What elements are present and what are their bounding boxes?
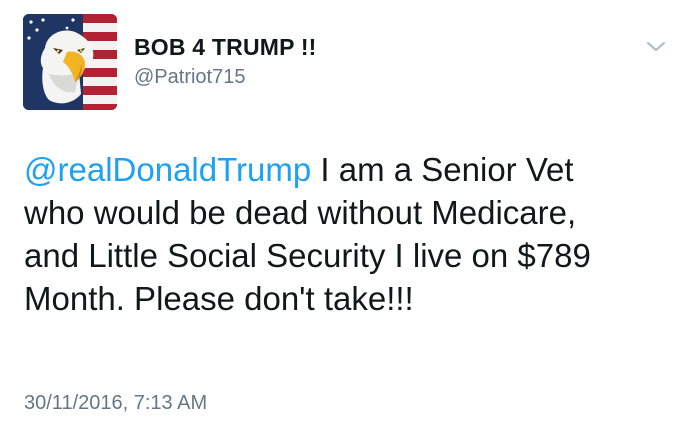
avatar[interactable]	[23, 14, 117, 110]
tweet-text: @realDonaldTrump I am a Senior Vet who w…	[24, 148, 674, 320]
eagle-flag-image	[23, 14, 117, 110]
tweet-text-line-4: Month. Please don't take!!!	[24, 280, 414, 317]
tweet-text-line-1-rest: I am a Senior Vet	[311, 151, 574, 188]
tweet-card: BOB 4 TRUMP !! @Patriot715 @realDonaldTr…	[0, 0, 690, 440]
tweet-text-line-3: and Little Social Security I live on $78…	[24, 237, 591, 274]
tweet-text-line-2: who would be dead without Medicare,	[24, 194, 577, 231]
chevron-down-icon[interactable]	[644, 34, 668, 58]
timestamp[interactable]: 30/11/2016, 7:13 AM	[24, 392, 207, 415]
display-name[interactable]: BOB 4 TRUMP !!	[134, 34, 317, 61]
mention-link[interactable]: @realDonaldTrump	[24, 151, 311, 188]
tweet-text-line-1: @realDonaldTrump I am a Senior Vet	[24, 148, 674, 191]
username[interactable]: @Patriot715	[134, 66, 245, 89]
